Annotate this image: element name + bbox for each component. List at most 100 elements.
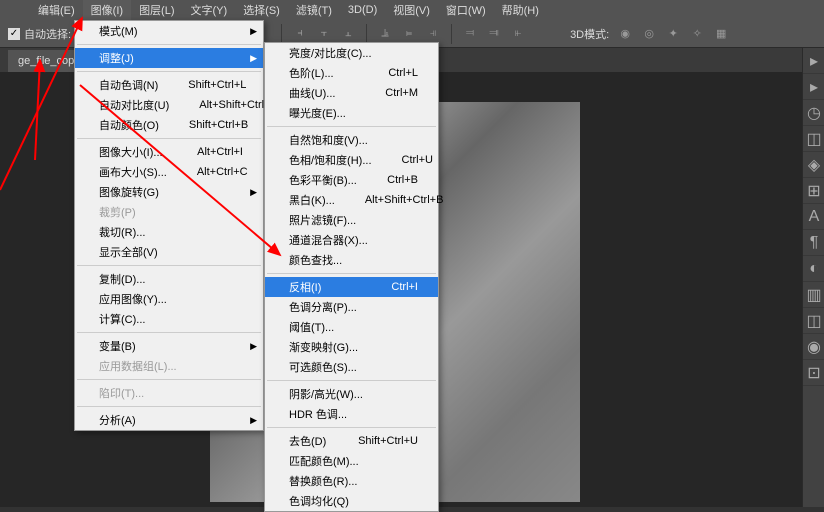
panel-icon[interactable]: ◫ xyxy=(803,126,824,152)
history-icon[interactable]: ◷ xyxy=(803,100,824,126)
menu-image[interactable]: 图像(I) xyxy=(83,0,131,20)
3d-icon[interactable]: ✦ xyxy=(664,25,682,43)
menu-item[interactable]: 分析(A)▶ xyxy=(75,410,263,430)
submenu-arrow-icon: ▶ xyxy=(250,341,257,352)
menu-item[interactable]: 自动对比度(U)Alt+Shift+Ctrl+L xyxy=(75,95,263,115)
menu-item[interactable]: 画布大小(S)...Alt+Ctrl+C xyxy=(75,162,263,182)
menu-item[interactable]: 可选颜色(S)... xyxy=(265,357,438,377)
menu-item[interactable]: 应用图像(Y)... xyxy=(75,289,263,309)
menu-select[interactable]: 选择(S) xyxy=(235,0,288,20)
menu-item[interactable]: HDR 色调... xyxy=(265,404,438,424)
menu-layer[interactable]: 图层(L) xyxy=(131,0,182,20)
distribute-icon[interactable]: ⫣ xyxy=(424,25,442,43)
menu-item[interactable]: 照片滤镜(F)... xyxy=(265,210,438,230)
menu-item[interactable]: 阴影/高光(W)... xyxy=(265,384,438,404)
distribute-icon[interactable]: ⫤ xyxy=(461,25,479,43)
menu-item-label: 色阶(L)... xyxy=(289,65,334,81)
menu-item[interactable]: 色彩平衡(B)...Ctrl+B xyxy=(265,170,438,190)
menu-item-label: 色调分离(P)... xyxy=(289,299,357,315)
auto-select-checkbox[interactable]: ✓ xyxy=(8,28,20,40)
panel-icon[interactable]: ▥ xyxy=(803,282,824,308)
menu-separator xyxy=(77,44,261,45)
image-menu: 模式(M)▶调整(J)▶自动色调(N)Shift+Ctrl+L自动对比度(U)A… xyxy=(74,20,264,431)
menu-item[interactable]: 图像大小(I)...Alt+Ctrl+I xyxy=(75,142,263,162)
menu-item[interactable]: 自动颜色(O)Shift+Ctrl+B xyxy=(75,115,263,135)
panel-icon[interactable]: ⊞ xyxy=(803,178,824,204)
menu-item[interactable]: 去色(D)Shift+Ctrl+U xyxy=(265,431,438,451)
menu-item-label: 曲线(U)... xyxy=(289,85,335,101)
toolbar-separator xyxy=(281,24,282,44)
menu-item[interactable]: 显示全部(V) xyxy=(75,242,263,262)
menu-item[interactable]: 裁切(R)... xyxy=(75,222,263,242)
menu-item-label: 替换颜色(R)... xyxy=(289,473,357,489)
panel-icon[interactable]: ⊡ xyxy=(803,360,824,386)
menu-item-label: 调整(J) xyxy=(99,50,134,66)
menu-item[interactable]: 亮度/对比度(C)... xyxy=(265,43,438,63)
menu-item[interactable]: 黑白(K)...Alt+Shift+Ctrl+B xyxy=(265,190,438,210)
menu-item[interactable]: 变量(B)▶ xyxy=(75,336,263,356)
adjustments-submenu: 亮度/对比度(C)...色阶(L)...Ctrl+L 曲线(U)... Ctrl+M… xyxy=(264,42,439,512)
menu-item[interactable]: 阈值(T)... xyxy=(265,317,438,337)
menu-edit[interactable]: 编辑(E) xyxy=(30,0,83,20)
distribute-icon[interactable]: ⫡ xyxy=(376,25,394,43)
menu-item[interactable]: 曝光度(E)... xyxy=(265,103,438,123)
menu-item[interactable]: 反相(I)Ctrl+I xyxy=(265,277,438,297)
menu-item[interactable]: 通道混合器(X)... xyxy=(265,230,438,250)
menu-item: 裁剪(P) xyxy=(75,202,263,222)
menu-item[interactable]: 色相/饱和度(H)...Ctrl+U xyxy=(265,150,438,170)
panel-icon[interactable]: ◈ xyxy=(803,152,824,178)
menu-item[interactable]: 渐变映射(G)... xyxy=(265,337,438,357)
3d-icon[interactable]: ◎ xyxy=(640,25,658,43)
3d-icon[interactable]: ◉ xyxy=(616,25,634,43)
menu-item[interactable]: 模式(M)▶ xyxy=(75,21,263,41)
menu-type[interactable]: 文字(Y) xyxy=(183,0,236,20)
menu-item[interactable]: 替换颜色(R)... xyxy=(265,471,438,491)
menu-item[interactable]: 自动色调(N)Shift+Ctrl+L xyxy=(75,75,263,95)
menu-item[interactable]: 自然饱和度(V)... xyxy=(265,130,438,150)
menu-separator xyxy=(77,138,261,139)
menu-item-label: 可选颜色(S)... xyxy=(289,359,357,375)
menu-shortcut: Shift+Ctrl+U xyxy=(328,435,418,447)
panel-icon[interactable]: A xyxy=(803,204,824,230)
menu-item[interactable]: 匹配颜色(M)... xyxy=(265,451,438,471)
menu-item[interactable]: 颜色查找... xyxy=(265,250,438,270)
menu-item-label: 应用图像(Y)... xyxy=(99,291,167,307)
menu-item[interactable]: 色调分离(P)... xyxy=(265,297,438,317)
menu-shortcut: Ctrl+U xyxy=(372,154,433,166)
menu-shortcut: Ctrl+M xyxy=(355,87,418,99)
panel-icon[interactable]: ¶ xyxy=(803,230,824,256)
menu-separator xyxy=(267,380,436,381)
menu-item[interactable]: 曲线(U)... Ctrl+M xyxy=(265,83,438,103)
menu-help[interactable]: 帮助(H) xyxy=(494,0,547,20)
panel-icon[interactable]: ◉ xyxy=(803,334,824,360)
menu-item-label: 去色(D) xyxy=(289,433,326,449)
panel-icon[interactable]: ▸ xyxy=(803,48,824,74)
menu-filter[interactable]: 滤镜(T) xyxy=(288,0,340,20)
align-right-icon[interactable]: ⫠ xyxy=(339,25,357,43)
menu-item[interactable]: 计算(C)... xyxy=(75,309,263,329)
align-center-icon[interactable]: ⫟ xyxy=(315,25,333,43)
panel-icon[interactable]: ◐ xyxy=(803,256,824,282)
3d-icon[interactable]: ✧ xyxy=(688,25,706,43)
panel-icon[interactable]: ◫ xyxy=(803,308,824,334)
menu-item[interactable]: 色调均化(Q) xyxy=(265,491,438,511)
3d-icon[interactable]: ▦ xyxy=(712,25,730,43)
menu-3d[interactable]: 3D(D) xyxy=(340,0,385,20)
align-left-icon[interactable]: ⫞ xyxy=(291,25,309,43)
menu-item[interactable]: 调整(J)▶ xyxy=(75,48,263,68)
submenu-arrow-icon: ▶ xyxy=(250,415,257,426)
distribute-icon[interactable]: ⫢ xyxy=(400,25,418,43)
menu-item[interactable]: 色阶(L)...Ctrl+L xyxy=(265,63,438,83)
panel-icon[interactable]: ▸ xyxy=(803,74,824,100)
menu-shortcut: Ctrl+I xyxy=(361,281,418,293)
menu-item-label: HDR 色调... xyxy=(289,406,347,422)
menu-separator xyxy=(77,332,261,333)
menu-view[interactable]: 视图(V) xyxy=(385,0,438,20)
menu-item[interactable]: 图像旋转(G)▶ xyxy=(75,182,263,202)
menu-window[interactable]: 窗口(W) xyxy=(438,0,494,20)
distribute-icon[interactable]: ⫦ xyxy=(509,25,527,43)
distribute-icon[interactable]: ⫥ xyxy=(485,25,503,43)
menu-item-label: 颜色查找... xyxy=(289,252,342,268)
toolbar-separator xyxy=(451,24,452,44)
menu-item[interactable]: 复制(D)... xyxy=(75,269,263,289)
